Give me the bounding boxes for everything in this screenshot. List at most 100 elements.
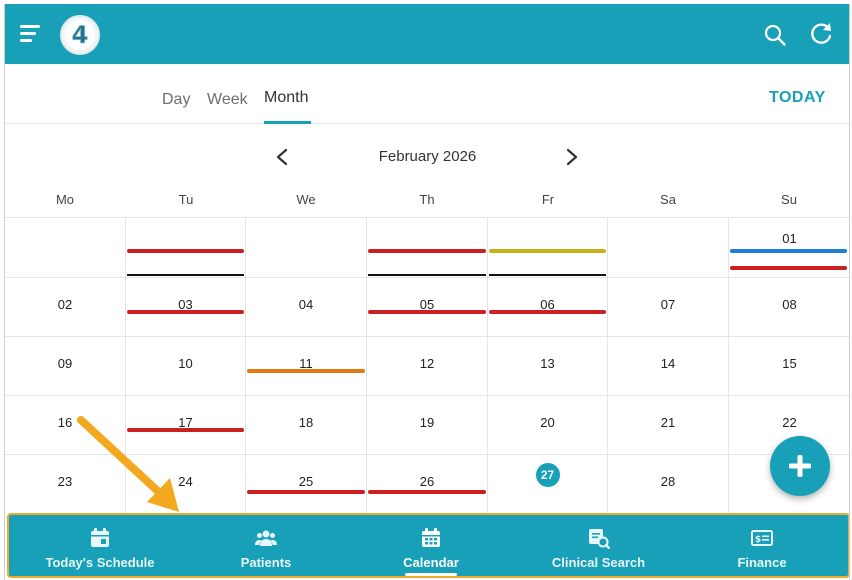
day-cell[interactable]: 09 bbox=[5, 337, 126, 396]
plus-icon bbox=[789, 455, 811, 477]
nav-clinical-search[interactable]: Clinical Search bbox=[521, 515, 676, 576]
day-number: 14 bbox=[660, 356, 676, 371]
day-cell[interactable]: 14 bbox=[608, 337, 729, 396]
event-bar[interactable] bbox=[127, 310, 244, 314]
event-divider bbox=[489, 274, 606, 276]
calendar-day-icon bbox=[91, 528, 109, 547]
day-cell[interactable] bbox=[5, 218, 126, 278]
event-divider bbox=[368, 274, 486, 276]
day-cell[interactable]: 12 bbox=[367, 337, 488, 396]
nav-patients[interactable]: Patients bbox=[191, 515, 341, 576]
nav-label: Patients bbox=[240, 555, 292, 570]
day-cell[interactable]: 15 bbox=[729, 337, 849, 396]
search-icon[interactable] bbox=[763, 23, 787, 47]
day-cell[interactable]: 26 bbox=[367, 455, 488, 518]
nav-finance[interactable]: $ Finance bbox=[676, 515, 848, 576]
app-logo[interactable]: 4 bbox=[60, 15, 100, 55]
day-cell[interactable]: 10 bbox=[126, 337, 246, 396]
event-divider bbox=[127, 274, 244, 276]
weekday-label: Mo bbox=[55, 192, 75, 207]
event-bar[interactable] bbox=[127, 249, 244, 253]
day-number: 28 bbox=[660, 474, 676, 489]
money-icon: $ bbox=[751, 530, 773, 546]
day-cell[interactable]: 01 bbox=[729, 218, 849, 278]
day-cell[interactable] bbox=[608, 218, 729, 278]
weekday-label: Fr bbox=[541, 192, 555, 207]
day-cell[interactable]: 21 bbox=[608, 396, 729, 455]
day-cell[interactable] bbox=[126, 218, 246, 278]
day-cell[interactable]: 07 bbox=[608, 278, 729, 337]
day-cell[interactable]: 02 bbox=[5, 278, 126, 337]
event-bar[interactable] bbox=[730, 249, 847, 253]
tab-month[interactable]: Month bbox=[264, 89, 308, 107]
day-number: 09 bbox=[57, 356, 73, 371]
menu-icon[interactable] bbox=[20, 25, 44, 45]
weekday-header: Mo Tu We Th Fr Sa Su bbox=[5, 186, 849, 218]
day-number: 12 bbox=[419, 356, 435, 371]
day-cell[interactable] bbox=[246, 218, 367, 278]
day-cell[interactable]: 05 bbox=[367, 278, 488, 337]
day-cell[interactable]: 04 bbox=[246, 278, 367, 337]
day-cell[interactable]: 11 bbox=[246, 337, 367, 396]
month-title: February 2026 bbox=[378, 148, 477, 165]
nav-label: Clinical Search bbox=[551, 555, 646, 570]
day-cell[interactable]: 18 bbox=[246, 396, 367, 455]
event-bar[interactable] bbox=[368, 249, 486, 253]
day-number: 20 bbox=[540, 415, 555, 430]
day-cell[interactable]: 19 bbox=[367, 396, 488, 455]
nav-label: Finance bbox=[737, 555, 787, 570]
event-bar[interactable] bbox=[368, 310, 486, 314]
day-cell[interactable] bbox=[367, 218, 488, 278]
weekday-label: Th bbox=[419, 192, 435, 207]
event-bar[interactable] bbox=[247, 369, 365, 373]
day-cell[interactable]: 25 bbox=[246, 455, 367, 518]
chevron-left-icon[interactable] bbox=[273, 147, 291, 167]
day-cell[interactable]: 08 bbox=[729, 278, 849, 337]
nav-calendar[interactable]: Calendar bbox=[341, 515, 521, 576]
event-bar[interactable] bbox=[489, 249, 606, 253]
day-number: 01 bbox=[782, 231, 797, 246]
weekday-label: We bbox=[296, 192, 316, 207]
day-cell[interactable] bbox=[488, 218, 608, 278]
weekday-label: Tu bbox=[178, 192, 194, 207]
day-cell[interactable]: 03 bbox=[126, 278, 246, 337]
chevron-right-icon[interactable] bbox=[563, 147, 581, 167]
day-number: 02 bbox=[57, 297, 73, 312]
event-bar[interactable] bbox=[247, 490, 365, 494]
calendar-icon bbox=[422, 528, 440, 547]
day-cell[interactable]: 20 bbox=[488, 396, 608, 455]
event-bar[interactable] bbox=[489, 310, 606, 314]
svg-text:4: 4 bbox=[72, 21, 89, 49]
day-cell[interactable]: 28 bbox=[608, 455, 729, 518]
bottom-navigation: Today's Schedule Patients Calendar Clini… bbox=[7, 513, 849, 578]
tab-day[interactable]: Day bbox=[162, 91, 190, 109]
month-navigation: February 2026 bbox=[5, 124, 849, 184]
nav-label: Calendar bbox=[403, 555, 459, 570]
day-number: 04 bbox=[298, 297, 314, 312]
day-number: 07 bbox=[660, 297, 676, 312]
refresh-icon[interactable] bbox=[808, 21, 834, 47]
top-bar: 4 bbox=[5, 4, 849, 64]
users-icon bbox=[255, 530, 277, 546]
annotation-arrow-icon bbox=[77, 416, 179, 512]
event-bar[interactable] bbox=[730, 266, 847, 270]
day-number: 25 bbox=[298, 474, 314, 489]
nav-todays-schedule[interactable]: Today's Schedule bbox=[9, 515, 191, 576]
day-number: 13 bbox=[540, 356, 555, 371]
day-number: 22 bbox=[782, 415, 797, 430]
tab-week[interactable]: Week bbox=[207, 91, 248, 109]
weekday-label: Su bbox=[781, 192, 797, 207]
day-cell[interactable]: 13 bbox=[488, 337, 608, 396]
svg-text:$: $ bbox=[755, 535, 761, 545]
clinical-search-icon bbox=[588, 529, 610, 549]
day-cell-today[interactable]: 27 bbox=[488, 455, 608, 518]
today-button[interactable]: TODAY bbox=[769, 89, 826, 107]
app-frame: 4 Day Week Month TODAY February 2026 Mo … bbox=[4, 4, 850, 580]
day-cell[interactable]: 06 bbox=[488, 278, 608, 337]
day-number: 21 bbox=[660, 415, 676, 430]
event-bar[interactable] bbox=[368, 490, 486, 494]
add-event-button[interactable] bbox=[770, 436, 830, 496]
logo-icon: 4 bbox=[65, 20, 95, 50]
day-number: 10 bbox=[178, 356, 193, 371]
day-number: 19 bbox=[419, 415, 435, 430]
